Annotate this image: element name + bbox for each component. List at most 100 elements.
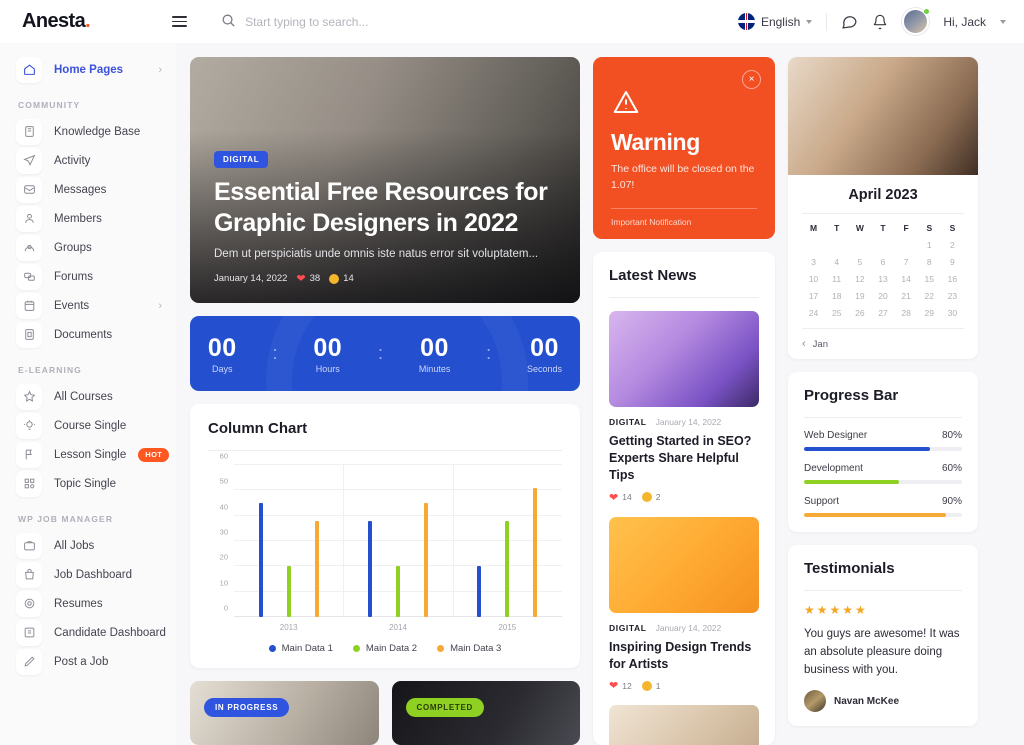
news-comments[interactable]: 1 <box>641 679 660 692</box>
chart-bar[interactable] <box>423 503 428 617</box>
calendar-day-cell[interactable]: 7 <box>895 257 918 267</box>
sidebar-item-members[interactable]: Members <box>0 204 176 233</box>
list-item[interactable] <box>609 705 759 745</box>
sidebar-item-messages[interactable]: Messages <box>0 175 176 204</box>
news-comments[interactable]: 2 <box>641 491 660 504</box>
sidebar-item-all-jobs[interactable]: All Jobs <box>0 531 176 560</box>
calendar-prev-month[interactable]: ‹ Jan <box>802 328 964 350</box>
language-selector[interactable]: English <box>737 13 813 30</box>
chart-bar[interactable] <box>505 520 510 617</box>
calendar-day-cell[interactable]: 29 <box>918 308 941 318</box>
calendar-day-cell[interactable]: 19 <box>848 291 871 301</box>
sidebar-item-topic-single[interactable]: Topic Single <box>0 469 176 498</box>
countdown-separator: : <box>272 343 278 364</box>
calendar-day-cell[interactable]: 25 <box>825 308 848 318</box>
chart-legend-item[interactable]: Main Data 1 <box>268 643 333 654</box>
sidebar-item-knowledge-base[interactable]: Knowledge Base <box>0 117 176 146</box>
post-comments[interactable]: 14 <box>329 273 354 284</box>
sidebar-item-groups[interactable]: Groups <box>0 233 176 262</box>
calendar-day-cell[interactable]: 15 <box>918 274 941 284</box>
sidebar-item-candidate-dashboard[interactable]: Candidate Dashboard <box>0 618 176 647</box>
testimonial-text: You guys are awesome! It was an absolute… <box>804 628 960 676</box>
legend-label: Main Data 2 <box>365 643 418 654</box>
menu-toggle-icon[interactable] <box>172 15 188 28</box>
calendar-day-cell[interactable]: 2 <box>941 240 964 250</box>
sidebar-item-job-dashboard[interactable]: Job Dashboard <box>0 560 176 589</box>
chart-y-tick: 20 <box>219 552 228 562</box>
sidebar-item-all-courses[interactable]: All Courses <box>0 382 176 411</box>
divider <box>804 417 962 418</box>
calendar-day-cell[interactable]: 10 <box>802 274 825 284</box>
news-likes-count: 14 <box>622 492 632 503</box>
messages-icon[interactable] <box>841 13 858 30</box>
calendar-day-cell[interactable]: 11 <box>825 274 848 284</box>
calendar-day-cell[interactable]: 14 <box>895 274 918 284</box>
chart-bar[interactable] <box>395 566 400 617</box>
calendar-day-cell[interactable]: 23 <box>941 291 964 301</box>
calendar-day-cell[interactable]: 30 <box>941 308 964 318</box>
sidebar-item-resumes[interactable]: Resumes <box>0 589 176 618</box>
chart-bar[interactable] <box>286 566 291 617</box>
sidebar-item-lesson-single[interactable]: Lesson Single HOT <box>0 440 176 469</box>
sidebar-item-course-single[interactable]: Course Single <box>0 411 176 440</box>
sidebar-item-label: Candidate Dashboard <box>54 626 166 639</box>
calendar-day-cell[interactable]: 13 <box>871 274 894 284</box>
chart-bar[interactable] <box>258 503 263 617</box>
calendar-day-cell[interactable]: 18 <box>825 291 848 301</box>
sidebar-item-documents[interactable]: Documents <box>0 320 176 349</box>
calendar-day-cell[interactable]: 28 <box>895 308 918 318</box>
sidebar-item-label: Course Single <box>54 419 127 432</box>
news-likes[interactable]: ❤ 14 <box>609 491 632 504</box>
calendar-day-cell[interactable]: 26 <box>848 308 871 318</box>
user-menu-chevron-icon[interactable] <box>1000 19 1006 24</box>
chart-plot-area: 0 10 20 30 40 50 60 <box>220 452 562 617</box>
chart-bar[interactable] <box>533 487 538 617</box>
search-input[interactable] <box>245 14 526 29</box>
calendar-day-cell[interactable]: 27 <box>871 308 894 318</box>
calendar-day-cell[interactable]: 16 <box>941 274 964 284</box>
sidebar-item-activity[interactable]: Activity <box>0 146 176 175</box>
calendar-day-cell[interactable]: 21 <box>895 291 918 301</box>
calendar-day-cell[interactable]: 4 <box>825 257 848 267</box>
chart-legend-item[interactable]: Main Data 3 <box>437 643 501 654</box>
calendar-day-cell[interactable]: 3 <box>802 257 825 267</box>
user-avatar[interactable] <box>902 8 931 35</box>
chart-bar[interactable] <box>314 520 319 617</box>
calendar-day-cell[interactable]: 9 <box>941 257 964 267</box>
hot-badge: HOT <box>138 447 170 462</box>
user-greeting[interactable]: Hi, Jack <box>943 15 986 29</box>
calendar-day-cell[interactable]: 6 <box>871 257 894 267</box>
calendar-day-cell[interactable]: 8 <box>918 257 941 267</box>
list-item[interactable]: DIGITAL January 14, 2022 Getting Started… <box>609 311 759 504</box>
news-date: January 14, 2022 <box>655 622 722 633</box>
news-likes[interactable]: ❤ 12 <box>609 679 632 692</box>
featured-post-card[interactable]: DIGITAL Essential Free Resources for Gra… <box>190 57 580 304</box>
chart-legend-item[interactable]: Main Data 2 <box>352 643 418 654</box>
calendar-day-cell[interactable]: 20 <box>871 291 894 301</box>
sidebar-item-post-a-job[interactable]: Post a Job <box>0 647 176 676</box>
close-icon[interactable]: × <box>742 70 761 89</box>
calendar-day-header: S <box>926 223 933 233</box>
calendar-grid[interactable]: M T W T F S S 1 2 3 4 5 6 7 8 9 10 11 12 13 14 15 16 17 18 19 20 21… <box>802 223 964 318</box>
calendar-day-cell[interactable]: 5 <box>848 257 871 267</box>
sidebar-group-elearning: E-LEARNING <box>18 365 82 375</box>
calendar-day-cell[interactable]: 24 <box>802 308 825 318</box>
sidebar-item-home-pages[interactable]: Home Pages › <box>0 55 176 84</box>
search-bar[interactable] <box>221 13 738 31</box>
app-logo[interactable]: Anesta. <box>22 10 91 33</box>
chart-bar[interactable] <box>367 520 372 617</box>
calendar-day-cell[interactable]: 12 <box>848 274 871 284</box>
project-card-in-progress[interactable]: IN PROGRESS <box>190 681 379 745</box>
calendar-day-cell[interactable]: 17 <box>802 291 825 301</box>
notifications-bell-icon[interactable] <box>872 14 888 30</box>
post-likes[interactable]: ❤ 38 <box>296 272 320 285</box>
chart-y-tick: 10 <box>219 578 228 588</box>
calendar-day-cell[interactable]: 22 <box>918 291 941 301</box>
list-item[interactable]: DIGITAL January 14, 2022 Inspiring Desig… <box>609 516 759 692</box>
project-card-completed[interactable]: COMPLETED <box>391 681 580 745</box>
calendar-day-cell[interactable]: 1 <box>918 240 941 250</box>
heart-icon: ❤ <box>609 491 619 504</box>
chart-bar[interactable] <box>477 566 482 617</box>
sidebar-item-forums[interactable]: Forums <box>0 262 176 291</box>
sidebar-item-events[interactable]: Events › <box>0 291 176 320</box>
